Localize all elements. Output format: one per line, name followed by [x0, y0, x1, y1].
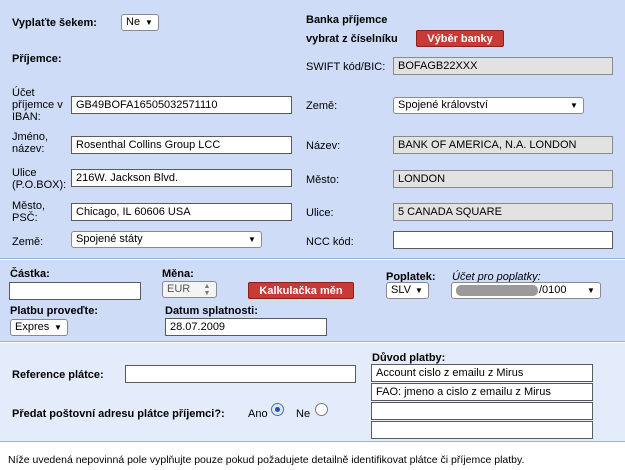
fee-account-value: /0100	[539, 284, 567, 296]
account-label: Účet příjemce v IBAN:	[12, 87, 63, 123]
bank-country-label: Země:	[306, 100, 338, 112]
fee-account-select[interactable]: /0100 ▼	[451, 282, 601, 299]
swift-input[interactable]: BOFAGB22XXX	[393, 57, 613, 75]
yes-label: Ano	[248, 408, 268, 420]
chevron-down-icon: ▼	[415, 286, 423, 295]
chevron-down-icon: ▼	[54, 323, 62, 332]
bank-street-input[interactable]: 5 CANADA SQUARE	[393, 203, 613, 221]
execute-value: Expres	[15, 321, 50, 333]
bank-subheading: vybrat z číselníku	[306, 33, 398, 45]
pay-by-check-label: Vyplaťte šekem:	[12, 17, 97, 29]
payment-reason-line-3[interactable]	[371, 402, 593, 420]
recipient-city-input[interactable]: Chicago, IL 60606 USA	[71, 203, 292, 221]
payment-reason-line-1[interactable]: Account cislo z emailu z Mirus	[371, 364, 593, 382]
chevron-down-icon: ▼	[587, 286, 595, 295]
pass-address-label: Předat poštovní adresu plátce příjemci?:	[12, 408, 225, 420]
bank-city-label: Město:	[306, 174, 340, 186]
recipient-country-value: Spojené státy	[76, 233, 143, 245]
execute-select[interactable]: Expres ▼	[10, 319, 68, 336]
recipient-name-label: Jméno, název:	[12, 131, 49, 155]
payment-reason-label: Důvod platby:	[372, 352, 446, 364]
optional-fields-note: Níže uvedená nepovinná pole vyplňujte po…	[8, 454, 525, 466]
amount-input[interactable]	[9, 282, 141, 300]
swift-label: SWIFT kód/BIC:	[306, 61, 386, 73]
currency-select[interactable]: EUR ▲ ▼	[162, 281, 217, 298]
payment-reason-line-4[interactable]	[371, 421, 593, 439]
execute-label: Platbu proveďte:	[10, 305, 98, 317]
up-down-arrows-icon: ▲ ▼	[203, 283, 211, 297]
recipient-country-label: Země:	[12, 236, 44, 248]
yes-radio[interactable]	[271, 403, 284, 416]
payment-reason-line-2[interactable]: FAO: jmeno a cislo z emailu z Mirus	[371, 383, 593, 401]
bank-city-input[interactable]: LONDON	[393, 170, 613, 188]
recipient-name-input[interactable]: Rosenthal Collins Group LCC	[71, 136, 292, 154]
recipient-city-label: Město, PSČ:	[12, 200, 46, 224]
amount-label: Částka:	[10, 268, 50, 280]
bank-street-label: Ulice:	[306, 207, 334, 219]
recipient-street-input[interactable]: 216W. Jackson Blvd.	[71, 169, 292, 187]
recipient-country-select[interactable]: Spojené státy ▼	[71, 231, 262, 248]
fee-select[interactable]: SLV ▼	[386, 282, 429, 299]
pay-by-check-select[interactable]: Ne ▼	[121, 14, 159, 31]
no-radio[interactable]	[315, 403, 328, 416]
select-bank-button[interactable]: Výběr banky	[416, 30, 504, 47]
currency-calculator-button[interactable]: Kalkulačka měn	[248, 282, 354, 299]
recipient-street-label: Ulice (P.O.BOX):	[12, 167, 67, 191]
ncc-label: NCC kód:	[306, 236, 354, 248]
bank-heading: Banka příjemce	[306, 14, 388, 26]
redacted-account-blur	[456, 284, 538, 296]
bank-name-label: Název:	[306, 140, 341, 152]
chevron-down-icon: ▼	[570, 101, 578, 110]
currency-label: Měna:	[162, 268, 194, 280]
bank-country-select[interactable]: Spojené království ▼	[393, 97, 584, 114]
due-date-label: Datum splatnosti:	[165, 305, 258, 317]
ncc-input[interactable]	[393, 231, 613, 249]
chevron-down-icon: ▼	[145, 18, 153, 27]
recipient-heading: Příjemce:	[12, 53, 62, 65]
currency-value: EUR	[167, 283, 191, 295]
bank-name-input[interactable]: BANK OF AMERICA, N.A. LONDON	[393, 136, 613, 154]
account-iban-input[interactable]: GB49BOFA16505032571110	[71, 96, 292, 114]
chevron-down-icon: ▼	[248, 235, 256, 244]
due-date-input[interactable]: 28.07.2009	[165, 318, 327, 336]
pay-by-check-value: Ne	[126, 16, 141, 28]
fee-value: SLV	[391, 284, 411, 296]
payer-reference-input[interactable]	[125, 365, 356, 383]
no-label: Ne	[296, 408, 311, 420]
bank-country-value: Spojené království	[398, 99, 488, 111]
payer-reference-label: Reference plátce:	[12, 369, 104, 381]
